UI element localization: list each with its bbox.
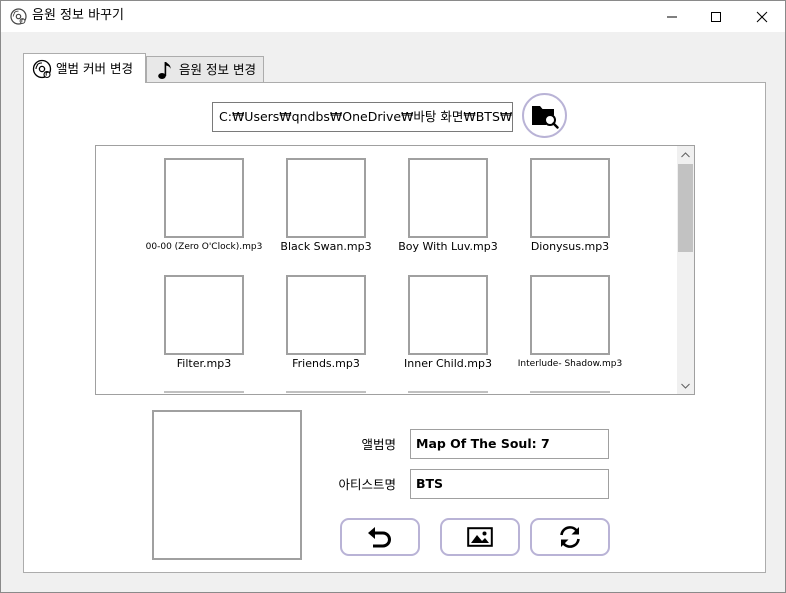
minimize-button[interactable] bbox=[649, 1, 695, 32]
title-bar[interactable]: 음원 정보 바꾸기 bbox=[1, 1, 785, 32]
tab-music-info[interactable]: 음원 정보 변경 bbox=[146, 56, 264, 83]
refresh-icon bbox=[560, 526, 580, 548]
tab-album-cover[interactable]: 앨범 커버 변경 bbox=[23, 53, 146, 83]
tab-label: 앨범 커버 변경 bbox=[56, 60, 133, 76]
file-name: Inner Child.mp3 bbox=[404, 357, 492, 370]
chevron-down-icon bbox=[681, 383, 690, 389]
file-thumbnail bbox=[408, 275, 488, 355]
file-thumbnail bbox=[164, 158, 244, 238]
image-icon bbox=[467, 527, 493, 547]
file-name: Filter.mp3 bbox=[176, 357, 232, 370]
minimize-icon bbox=[667, 16, 677, 17]
music-disc-icon bbox=[32, 59, 52, 79]
file-name: Dionysus.mp3 bbox=[530, 240, 610, 253]
file-name: Interlude- Shadow.mp3 bbox=[517, 359, 623, 369]
file-grid[interactable]: 00-00 (Zero O'Clock).mp3 Black Swan.mp3 … bbox=[95, 145, 695, 395]
file-item[interactable]: Dionysus.mp3 bbox=[509, 158, 631, 254]
file-thumbnail bbox=[530, 275, 610, 355]
browse-folder-button[interactable] bbox=[522, 93, 567, 138]
app-window: 음원 정보 바꾸기 앨범 커버 변경 음원 정보 변경 C:₩Users₩qnd… bbox=[0, 0, 786, 593]
file-name: Black Swan.mp3 bbox=[280, 240, 372, 253]
maximize-button[interactable] bbox=[693, 1, 739, 32]
vertical-scrollbar[interactable] bbox=[677, 146, 694, 394]
file-thumbnail-partial bbox=[408, 391, 488, 394]
file-item[interactable]: Boy With Luv.mp3 bbox=[387, 158, 509, 254]
file-thumbnail bbox=[286, 275, 366, 355]
undo-button[interactable] bbox=[340, 518, 420, 556]
chevron-up-icon bbox=[681, 151, 690, 157]
scrollbar-thumb[interactable] bbox=[678, 164, 693, 252]
file-thumbnail bbox=[164, 275, 244, 355]
scroll-up-button[interactable] bbox=[677, 146, 694, 163]
album-name-label: 앨범명 bbox=[361, 437, 396, 452]
artist-name-field[interactable]: BTS bbox=[410, 469, 609, 499]
file-name: 00-00 (Zero O'Clock).mp3 bbox=[145, 242, 263, 252]
album-cover-preview bbox=[152, 410, 302, 560]
file-item[interactable]: Friends.mp3 bbox=[265, 275, 387, 371]
folder-search-icon bbox=[531, 105, 559, 129]
file-thumbnail bbox=[530, 158, 610, 238]
file-thumbnail bbox=[408, 158, 488, 238]
tab-label: 음원 정보 변경 bbox=[179, 61, 256, 77]
folder-path-field[interactable]: C:₩Users₩qndbs₩OneDrive₩바탕 화면₩BTS₩Map Of… bbox=[212, 102, 513, 132]
file-item[interactable]: Interlude- Shadow.mp3 bbox=[509, 275, 631, 371]
file-thumbnail-partial bbox=[530, 391, 610, 394]
file-thumbnail-partial bbox=[286, 391, 366, 394]
album-cover-panel: C:₩Users₩qndbs₩OneDrive₩바탕 화면₩BTS₩Map Of… bbox=[23, 82, 766, 573]
file-name: Boy With Luv.mp3 bbox=[398, 240, 498, 253]
file-thumbnail bbox=[286, 158, 366, 238]
close-button[interactable] bbox=[739, 1, 785, 32]
refresh-button[interactable] bbox=[530, 518, 610, 556]
artist-name-label: 아티스트명 bbox=[338, 477, 396, 492]
file-item[interactable]: 00-00 (Zero O'Clock).mp3 bbox=[143, 158, 265, 254]
scroll-down-button[interactable] bbox=[677, 377, 694, 394]
file-item[interactable]: Inner Child.mp3 bbox=[387, 275, 509, 371]
undo-icon bbox=[368, 527, 391, 548]
close-icon bbox=[756, 11, 768, 22]
music-note-icon bbox=[155, 60, 175, 80]
file-item[interactable]: Black Swan.mp3 bbox=[265, 158, 387, 254]
file-thumbnail-partial bbox=[164, 391, 244, 394]
maximize-icon bbox=[711, 11, 721, 22]
window-title: 음원 정보 바꾸기 bbox=[32, 8, 124, 23]
file-name: Friends.mp3 bbox=[292, 357, 360, 370]
file-item[interactable]: Filter.mp3 bbox=[143, 275, 265, 371]
select-image-button[interactable] bbox=[440, 518, 520, 556]
music-disc-icon bbox=[10, 8, 27, 25]
album-name-field[interactable]: Map Of The Soul: 7 bbox=[410, 429, 609, 459]
